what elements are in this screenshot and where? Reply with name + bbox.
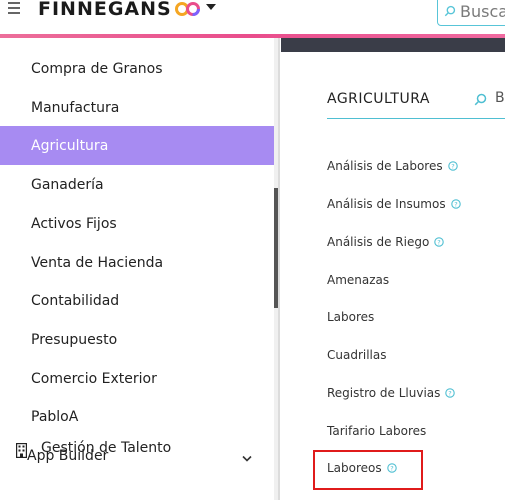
menu-entry-analisis-de-riego[interactable]: Análisis de Riego ? — [327, 235, 445, 249]
top-bar: FINNEGANS — [0, 0, 505, 34]
sidebar-item-contabilidad[interactable]: Contabilidad — [0, 281, 274, 320]
menu-entry-analisis-de-labores[interactable]: Análisis de Labores ? — [327, 159, 458, 173]
svg-text:?: ? — [438, 238, 441, 246]
sidebar-divider — [278, 38, 280, 500]
sidebar-item-ganaderia[interactable]: Ganadería — [0, 165, 274, 204]
sidebar-item-manufactura[interactable]: Manufactura — [0, 88, 274, 127]
sidebar-item-presupuesto[interactable]: Presupuesto — [0, 320, 274, 359]
highlight-annotation-box — [313, 450, 423, 490]
panel-title-underline — [327, 118, 505, 119]
panel-title: AGRICULTURA — [327, 91, 430, 107]
sidebar-item-activos-fijos[interactable]: Activos Fijos — [0, 204, 274, 243]
sidebar-item-agricultura[interactable]: Agricultura — [0, 126, 274, 165]
menu-entry-label: Labores — [327, 310, 375, 324]
sidebar-item-venta-de-hacienda[interactable]: Venta de Hacienda — [0, 243, 274, 282]
panel-top-strip — [281, 38, 505, 52]
sidebar-item-label: Activos Fijos — [31, 215, 117, 232]
sidebar-item-label: Presupuesto — [31, 331, 118, 348]
menu-entry-amenazas[interactable]: Amenazas — [327, 273, 389, 287]
svg-text:?: ? — [449, 389, 452, 397]
menu-entry-label: Registro de Lluvias — [327, 386, 441, 400]
sidebar-item-label: Manufactura — [31, 99, 120, 116]
menu-entry-tarifario-labores[interactable]: Tarifario Labores — [327, 424, 426, 438]
sidebar-item-pabloa[interactable]: PabloA — [0, 397, 274, 436]
menu-entry-label: Análisis de Insumos — [327, 197, 446, 211]
svg-text:?: ? — [454, 200, 457, 208]
hamburger-menu-icon[interactable] — [8, 0, 24, 16]
panel-search-icon[interactable] — [474, 93, 487, 106]
sidebar-item-label: Agricultura — [31, 137, 109, 154]
help-icon[interactable]: ? — [450, 199, 461, 209]
help-icon[interactable]: ? — [445, 388, 456, 398]
menu-entry-label: Cuadrillas — [327, 348, 387, 362]
sidebar-item-label: Compra de Granos — [31, 60, 163, 77]
search-icon — [444, 5, 456, 17]
menu-entry-analisis-de-insumos[interactable]: Análisis de Insumos ? — [327, 197, 461, 211]
help-icon[interactable]: ? — [447, 161, 458, 171]
sidebar-item-gestion-de-talento[interactable]: Gestión de Talento — [41, 440, 171, 456]
building-icon — [16, 443, 27, 458]
svg-text:?: ? — [451, 162, 454, 170]
brand-name[interactable]: FINNEGANS — [38, 0, 172, 20]
menu-entry-cuadrillas[interactable]: Cuadrillas — [327, 348, 387, 362]
menu-entry-label: Amenazas — [327, 273, 390, 287]
sidebar-item-comercio-exterior[interactable]: Comercio Exterior — [0, 359, 274, 398]
menu-entry-label: Análisis de Riego — [327, 235, 430, 249]
sidebar-item-compra-de-granos[interactable]: Compra de Granos — [0, 49, 274, 88]
menu-entry-labores[interactable]: Labores — [327, 310, 374, 324]
sidebar-item-label: Ganadería — [31, 176, 104, 193]
sidebar-item-label: Venta de Hacienda — [31, 254, 164, 271]
chevron-down-icon[interactable] — [242, 455, 252, 463]
menu-entry-label: Análisis de Labores — [327, 159, 443, 173]
menu-entry-registro-de-lluvias[interactable]: Registro de Lluvias ? — [327, 386, 456, 400]
help-icon[interactable]: ? — [434, 237, 445, 247]
sidebar-item-label: Contabilidad — [31, 292, 120, 309]
global-search-input[interactable] — [456, 1, 505, 21]
brand-logo-icon — [175, 2, 200, 16]
panel-search-input[interactable]: B — [495, 90, 505, 106]
brand-dropdown-chevron-icon[interactable] — [206, 4, 216, 10]
global-search-box[interactable] — [437, 0, 505, 26]
menu-entry-label: Tarifario Labores — [327, 424, 427, 438]
sidebar-item-label: Comercio Exterior — [31, 370, 157, 387]
sidebar: Compra de Granos Manufactura Agricultura… — [0, 38, 278, 500]
sidebar-item-label: PabloA — [31, 408, 79, 425]
